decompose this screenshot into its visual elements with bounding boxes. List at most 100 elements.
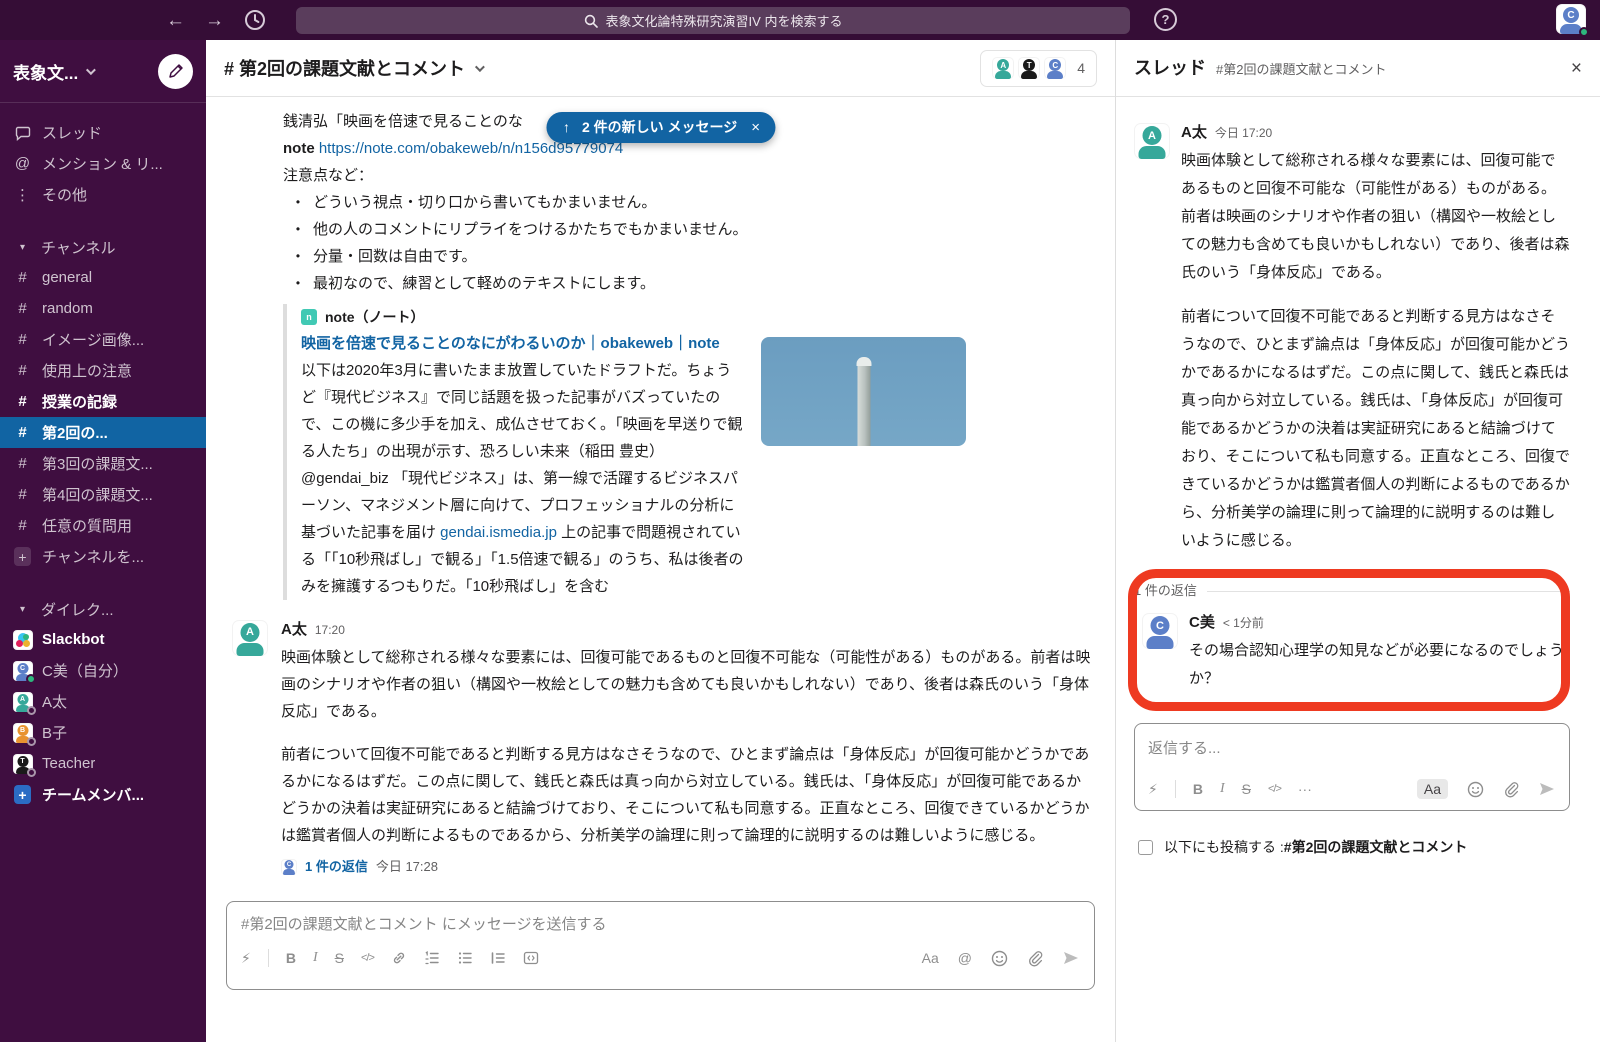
dm-label: Slackbot [42,631,105,648]
sidebar-item-dm-bko[interactable]: B B子 [0,717,206,748]
sidebar-item-channel-session2-active[interactable]: # 第2回の... [0,417,206,448]
shortcuts-bolt-icon[interactable]: ⚡ [1148,782,1158,796]
code-icon[interactable]: </> [361,953,374,964]
search-input[interactable]: 表象文化論特殊研究演習IV 内を検索する [296,7,1130,34]
presence-offline-dot [27,737,36,746]
message-composer[interactable]: #第2回の課題文献とコメント にメッセージを送信する ⚡ B I S </> [226,901,1095,990]
note-label: note [283,140,315,157]
sidebar-item-dm-slackbot[interactable]: Slackbot [0,624,206,655]
member-avatar: A [992,57,1014,79]
shortcuts-bolt-icon[interactable]: ⚡ [241,951,251,965]
attachment-icon[interactable] [1027,950,1043,967]
sidebar-item-channel-usage-notes[interactable]: # 使用上の注意 [0,355,206,386]
avatar-initial: A [1143,126,1162,145]
italic-icon[interactable]: I [313,951,318,965]
replier-avatar: C [281,859,297,875]
message-author[interactable]: C美 [1189,613,1215,633]
history-clock-icon[interactable] [244,9,266,31]
card-thumbnail-tower-image[interactable] [761,337,966,446]
close-icon[interactable]: × [751,114,760,141]
message-author-avatar[interactable]: A [232,620,268,656]
emoji-icon[interactable] [991,950,1008,967]
sidebar-item-channel-general[interactable]: # general [0,262,206,293]
sidebar-item-label: メンション & リ... [42,153,163,174]
user-avatar[interactable]: C [1556,4,1586,34]
card-body-link[interactable]: gendai.ismedia.jp [440,524,557,541]
close-icon[interactable]: × [1571,59,1582,78]
sidebar-item-label: その他 [42,184,87,205]
sidebar-item-channel-session4[interactable]: # 第4回の課題文... [0,479,206,510]
message-author-avatar[interactable]: C [1142,613,1178,649]
message-timestamp[interactable]: < 1分前 [1223,613,1264,633]
at-sign-icon: @ [14,155,31,172]
message-author[interactable]: A太 [281,620,307,640]
sidebar-item-dm-teacher[interactable]: T Teacher [0,748,206,779]
message-timestamp[interactable]: 17:20 [315,620,345,640]
dm-section-header[interactable]: ▾ ダイレク... [0,594,206,624]
italic-icon[interactable]: I [1220,782,1225,796]
link-icon[interactable] [391,950,407,966]
channel-label: 授業の記録 [42,391,117,412]
message-author-avatar[interactable]: A [1134,123,1170,159]
avatar-initial: C [1151,616,1170,635]
sidebar-item-channel-class-records[interactable]: # 授業の記録 [0,386,206,417]
mention-icon[interactable]: @ [958,951,972,965]
dm-label: B子 [42,722,67,743]
strikethrough-icon[interactable]: S [335,951,344,965]
strikethrough-icon[interactable]: S [1242,782,1251,796]
new-messages-banner[interactable]: ↑ 2 件の新しい メッセージ × [546,112,775,143]
card-body-text: 以下は2020年3月に書いたまま放置していたドラフトだ。ちょうど『現代ビジネス』… [301,362,742,541]
help-icon[interactable]: ? [1154,8,1177,31]
sidebar-item-channel-questions[interactable]: # 任意の質問用 [0,510,206,541]
thread-reply-composer[interactable]: 返信する... ⚡ B I S </> ··· Aa [1134,723,1570,811]
message-timestamp[interactable]: 今日 17:20 [1215,123,1272,143]
sidebar-item-channel-images[interactable]: # イメージ画像... [0,324,206,355]
thread-parent-message: A A太 今日 17:20 映画体験として総称される様々な要素には、回復可能であ… [1134,123,1570,555]
channels-section-header[interactable]: ▾ チャンネル [0,232,206,262]
bullet-icon: • [283,189,313,216]
members-button[interactable]: A T C 4 [980,50,1097,87]
ordered-list-icon[interactable] [424,950,440,966]
text-format-toggle[interactable]: Aa [1417,779,1448,799]
workspace-switcher[interactable]: 表象文... [13,59,78,84]
sidebar-item-add-channel[interactable]: + チャンネルを... [0,541,206,572]
sidebar-item-mentions[interactable]: @ メンション & リ... [0,148,206,179]
bold-icon[interactable]: B [1193,782,1203,796]
more-formatting-icon[interactable]: ··· [1298,782,1312,796]
also-send-text: 以下にも投稿する : [1164,839,1284,855]
sidebar-item-channel-random[interactable]: # random [0,293,206,324]
code-icon[interactable]: </> [1268,784,1281,795]
thread-channel-subtitle[interactable]: #第2回の課題文献とコメント [1216,41,1386,98]
also-send-checkbox[interactable] [1138,840,1153,855]
message-author[interactable]: A太 [1181,123,1207,143]
thread-reply-bar[interactable]: C 1 件の返信 今日 17:28 [281,859,1091,875]
card-title-link[interactable]: 映画を倍速で見ることのなにがわるいのか｜obakeweb｜note [301,330,745,357]
threads-icon [14,125,31,141]
sidebar-item-more[interactable]: ⋮ その他 [0,179,206,210]
compose-button[interactable] [158,54,193,89]
highlighted-reply-region: 1 件の返信 C C美 < 1分前 その場合認知心理学の知見などが必要になるので… [1134,581,1570,693]
code-block-icon[interactable] [523,950,539,966]
composer-placeholder[interactable]: 返信する... [1148,735,1556,763]
send-icon[interactable] [1538,781,1556,797]
sidebar-item-channel-session3[interactable]: # 第3回の課題文... [0,448,206,479]
dm-label: C美（自分） [42,660,128,681]
sidebar-item-dm-cmi[interactable]: C C美（自分） [0,655,206,686]
forward-arrow-icon[interactable]: → [205,11,224,30]
sidebar-item-add-teammates[interactable]: + チームメンバ... [0,779,206,810]
bullet-text: 分量・回数は自由です。 [313,243,477,270]
channel-title[interactable]: # 第2回の課題文献とコメント [224,55,465,81]
bold-icon[interactable]: B [286,951,296,965]
bullet-list-icon[interactable] [457,950,473,966]
blockquote-icon[interactable] [490,950,506,966]
send-icon[interactable] [1062,950,1080,966]
composer-placeholder[interactable]: #第2回の課題文献とコメント にメッセージを送信する [241,913,1080,934]
text-format-toggle[interactable]: Aa [922,951,939,965]
sidebar-item-dm-ata[interactable]: A A太 [0,686,206,717]
back-arrow-icon[interactable]: ← [166,11,185,30]
reply-count-link[interactable]: 1 件の返信 [305,859,368,875]
attachment-icon[interactable] [1503,781,1519,798]
emoji-icon[interactable] [1467,781,1484,798]
sidebar-item-threads[interactable]: スレッド [0,117,206,148]
avatar: C [13,661,33,681]
